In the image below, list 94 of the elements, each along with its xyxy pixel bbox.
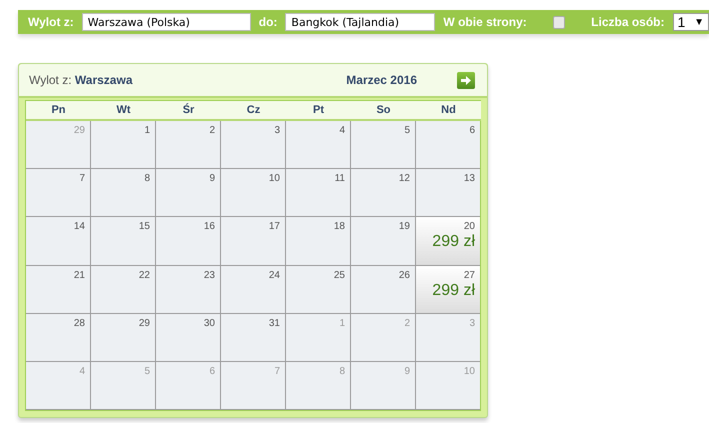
- to-label: do:: [258, 15, 278, 29]
- day-cell[interactable]: 16: [156, 217, 220, 266]
- day-cell[interactable]: 20 299 zł: [416, 217, 480, 266]
- day-number: 24: [268, 270, 280, 280]
- month-title: Marzec 2016: [346, 73, 417, 87]
- day-number: 3: [274, 125, 280, 136]
- day-cell[interactable]: 14: [26, 217, 90, 266]
- day-cell[interactable]: 9: [156, 169, 220, 218]
- day-cell[interactable]: 25: [286, 266, 350, 314]
- day-cell[interactable]: 21: [26, 266, 90, 314]
- day-cell[interactable]: 1: [91, 121, 155, 170]
- day-cell[interactable]: 23: [156, 266, 220, 314]
- day-cell[interactable]: 2: [156, 121, 220, 170]
- day-number: 12: [398, 173, 410, 184]
- day-number: 23: [204, 270, 215, 280]
- day-cell[interactable]: 8: [91, 169, 155, 218]
- day-number: 6: [469, 125, 475, 136]
- day-number: 26: [398, 270, 410, 280]
- day-cell[interactable]: 28: [26, 314, 90, 362]
- day-cell[interactable]: 22: [91, 266, 155, 314]
- price-label: 299 zł: [432, 282, 475, 300]
- day-cell[interactable]: 4: [286, 121, 350, 170]
- day-cell[interactable]: 18: [286, 217, 350, 266]
- day-number: 2: [404, 318, 410, 329]
- arrow-right-icon: [461, 76, 471, 84]
- from-label: Wylot z:: [28, 15, 74, 29]
- day-cell[interactable]: 13: [416, 169, 480, 218]
- day-number: 19: [398, 221, 410, 232]
- day-number: 22: [138, 270, 150, 280]
- day-number: 20: [464, 221, 475, 232]
- round-trip-label: W obie strony:: [443, 15, 527, 29]
- day-number: 21: [74, 270, 85, 280]
- day-number: 29: [138, 318, 150, 329]
- weekday-header: Pn: [26, 101, 91, 121]
- day-number: 9: [209, 173, 215, 184]
- day-number: 27: [464, 270, 475, 280]
- day-cell[interactable]: 29: [91, 314, 155, 362]
- day-cell[interactable]: 26: [351, 266, 415, 314]
- weekday-header: Cz: [221, 101, 286, 121]
- passengers-dropdown[interactable]: 1 ▼: [672, 13, 709, 31]
- weekday-header: So: [351, 101, 416, 121]
- day-cell[interactable]: 11: [286, 169, 350, 218]
- round-trip-checkbox[interactable]: [552, 16, 566, 28]
- day-number: 8: [339, 366, 345, 377]
- day-cell[interactable]: 30: [156, 314, 220, 362]
- day-number: 9: [404, 366, 410, 377]
- day-number: 15: [138, 221, 150, 232]
- weekday-header: Śr: [156, 101, 221, 121]
- day-cell[interactable]: 6: [416, 121, 480, 170]
- day-number: 7: [274, 366, 280, 377]
- day-cell[interactable]: 10: [221, 169, 285, 218]
- to-field[interactable]: Bangkok (Tajlandia): [285, 13, 436, 31]
- day-number: 4: [339, 125, 345, 136]
- weekday-header: Wt: [91, 101, 156, 121]
- day-number: 18: [334, 221, 345, 232]
- day-cell[interactable]: 19: [351, 217, 415, 266]
- day-number: 8: [144, 173, 150, 184]
- day-number: 10: [464, 366, 475, 377]
- day-number: 7: [79, 173, 85, 184]
- day-number: 5: [144, 366, 150, 377]
- day-number: 13: [464, 173, 475, 184]
- day-number: 11: [334, 173, 345, 184]
- day-number: 6: [209, 366, 215, 377]
- day-number: 5: [404, 125, 410, 136]
- day-number: 30: [204, 318, 215, 329]
- day-cell[interactable]: 27 299 zł: [416, 266, 480, 314]
- day-number: 28: [74, 318, 85, 329]
- day-number: 25: [334, 270, 345, 280]
- weekday-header: Nd: [416, 101, 481, 121]
- weekday-header: Pt: [286, 101, 351, 121]
- from-field[interactable]: Warszawa (Polska): [82, 13, 251, 31]
- day-cell[interactable]: 5: [351, 121, 415, 170]
- origin-text: Wylot z: Warszawa: [29, 73, 134, 87]
- day-number: 1: [339, 318, 345, 329]
- day-number: 31: [268, 318, 280, 329]
- day-number: 10: [268, 173, 280, 184]
- passengers-label: Liczba osób:: [591, 15, 665, 29]
- day-cell[interactable]: 31: [221, 314, 285, 362]
- day-cell[interactable]: 24: [221, 266, 285, 314]
- day-cell[interactable]: 3: [221, 121, 285, 170]
- day-cell[interactable]: 12: [351, 169, 415, 218]
- day-number: 4: [79, 366, 85, 377]
- next-month-button[interactable]: [457, 72, 475, 88]
- day-number: 1: [144, 125, 150, 136]
- day-cell[interactable]: 17: [221, 217, 285, 266]
- day-number: 2: [209, 125, 215, 136]
- day-number: 29: [74, 125, 85, 136]
- day-cell[interactable]: 15: [91, 217, 155, 266]
- price-label: 299 zł: [432, 233, 475, 252]
- day-number: 16: [204, 221, 215, 232]
- day-cell[interactable]: 7: [26, 169, 90, 218]
- day-number: 3: [469, 318, 475, 329]
- day-number: 17: [268, 221, 280, 232]
- day-number: 14: [74, 221, 85, 232]
